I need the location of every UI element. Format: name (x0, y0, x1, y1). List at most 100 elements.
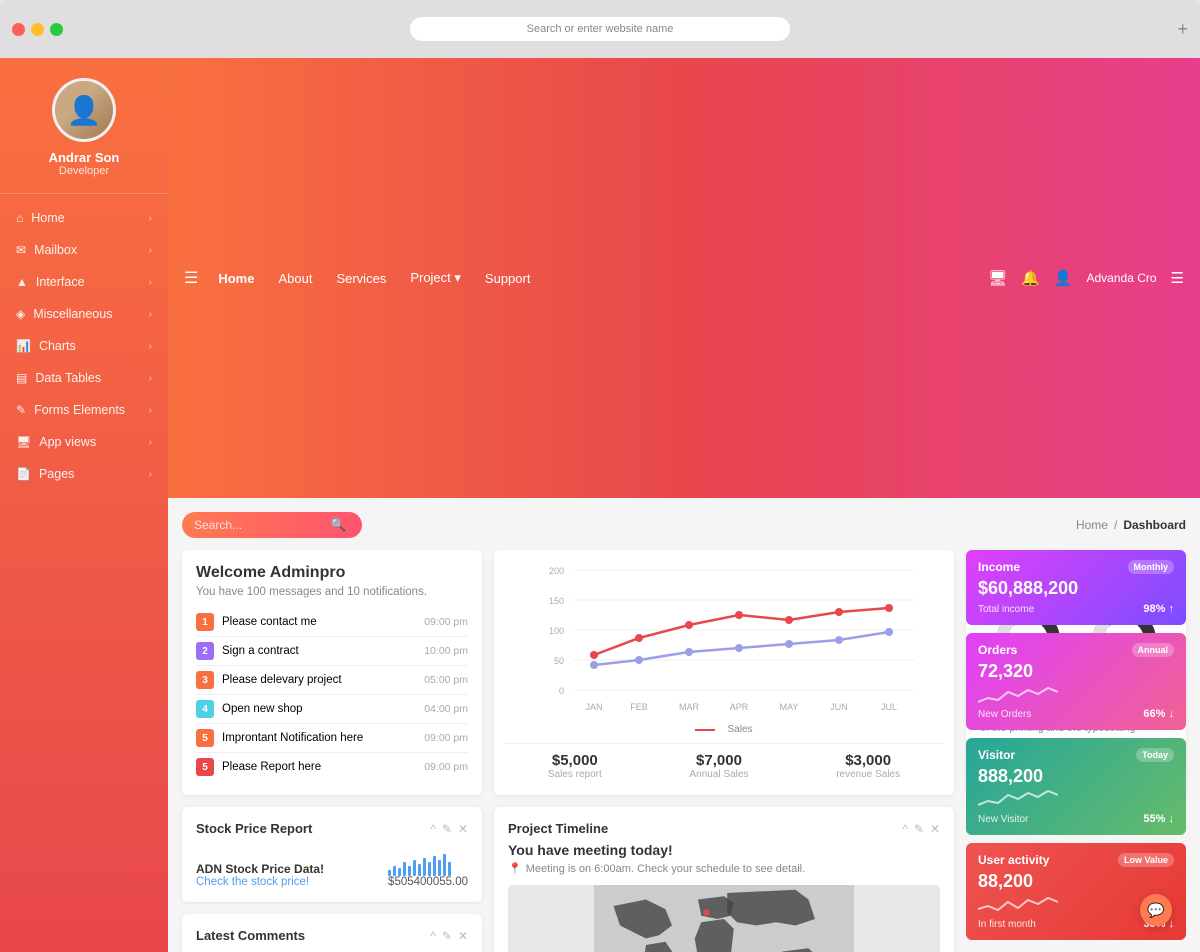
chat-fab[interactable]: 💬 (1140, 894, 1172, 926)
search-input[interactable] (194, 518, 324, 532)
breadcrumb-home[interactable]: Home (1076, 518, 1108, 532)
sidebar-item-mailbox[interactable]: ✉Mailbox › (0, 234, 168, 266)
stat-label-annual: Annual Sales (690, 769, 749, 780)
close-button[interactable] (12, 23, 25, 36)
useractivity-title: User activity (978, 853, 1049, 867)
chevron-right-icon: › (149, 341, 152, 352)
collapse-icon[interactable]: ^ (430, 822, 436, 836)
stat-visitor-header: Visitor Today (978, 748, 1174, 762)
hamburger-icon[interactable]: ☰ (184, 268, 198, 288)
new-tab-button[interactable]: + (1177, 19, 1188, 40)
timeline-title: Project Timeline (508, 821, 608, 836)
table-icon: ▤ (16, 371, 27, 385)
topnav-user[interactable]: Advanda Cro (1087, 271, 1157, 285)
stat-income-header: Income Monthly (978, 560, 1174, 574)
address-bar[interactable]: Search or enter website name (410, 17, 790, 41)
task-time-5: 09:00 pm (424, 732, 468, 744)
bar-4 (403, 862, 406, 876)
stat-revenue-sales: $3,000 revenue Sales (836, 752, 900, 780)
visitor-badge: Today (1136, 748, 1174, 762)
sidebar-item-forms[interactable]: ✎Forms Elements › (0, 394, 168, 426)
visitor-sparkline (978, 789, 1058, 809)
sidebar-label-datatables: Data Tables (35, 371, 101, 385)
svg-text:200: 200 (549, 566, 564, 576)
task-num-5: 5 (196, 729, 214, 747)
line-chart-area: 200 150 100 50 0 JAN FEB MAR APR MAY JUN (504, 560, 944, 720)
monitor-icon[interactable]: 🖥 (988, 269, 1007, 287)
sidebar-item-miscellaneous[interactable]: ◈Miscellaneous › (0, 298, 168, 330)
chevron-right-icon: › (149, 213, 152, 224)
task-item-3: 3 Please delevary project 05:00 pm (196, 666, 468, 695)
chevron-right-icon: › (149, 309, 152, 320)
visitor-pct: 55% ↓ (1143, 813, 1174, 825)
orders-sub: New Orders (978, 709, 1031, 720)
traffic-lights (12, 23, 63, 36)
toolbar-row: 🔍 Home / Dashboard (182, 512, 1186, 538)
welcome-subtitle: You have 100 messages and 10 notificatio… (196, 586, 468, 598)
nav-link-about[interactable]: About (278, 270, 312, 286)
sidebar-item-charts[interactable]: 📊Charts › (0, 330, 168, 362)
task-time-6: 09:00 pm (424, 761, 468, 773)
orders-sparkline (978, 684, 1058, 704)
sidebar-item-datatables[interactable]: ▤ Data Tables › (0, 362, 168, 394)
task-item-6: 5 Please Report here 09:00 pm (196, 753, 468, 781)
main-content: 🔍 Home / Dashboard Welcome Adminpro You … (168, 498, 1200, 952)
stock-title: Stock Price Report (196, 821, 312, 836)
edit-icon[interactable]: ✎ (914, 822, 924, 836)
hamburger-right-icon[interactable]: ☰ (1171, 269, 1184, 287)
stock-info: ADN Stock Price Data! Check the stock pr… (196, 862, 324, 888)
sidebar-item-interface[interactable]: ▲Interface › (0, 266, 168, 298)
maximize-button[interactable] (50, 23, 63, 36)
nav-links: Home About Services Project ▾ Support (218, 270, 988, 286)
close-icon[interactable]: ✕ (458, 929, 468, 943)
svg-text:FEB: FEB (630, 702, 648, 712)
collapse-icon[interactable]: ^ (902, 822, 908, 836)
meeting-title: You have meeting today! (508, 842, 940, 858)
nav-link-project[interactable]: Project ▾ (410, 270, 461, 286)
sidebar-item-home[interactable]: ⌂Home › (0, 202, 168, 234)
stock-link[interactable]: Check the stock price! (196, 876, 324, 888)
task-text-4: Open new shop (222, 703, 303, 715)
search-box[interactable]: 🔍 (182, 512, 362, 538)
edit-icon[interactable]: ✎ (442, 929, 452, 943)
close-icon[interactable]: ✕ (930, 822, 940, 836)
search-icon[interactable]: 🔍 (330, 517, 346, 533)
collapse-icon[interactable]: ^ (430, 929, 436, 943)
minimize-button[interactable] (31, 23, 44, 36)
chevron-right-icon: › (149, 437, 152, 448)
comments-actions: ^ ✎ ✕ (430, 929, 468, 943)
income-badge: Monthly (1128, 560, 1175, 574)
world-map-svg (524, 885, 924, 952)
sidebar-profile: 👤 Andrar Son Developer (0, 58, 168, 194)
svg-text:0: 0 (559, 686, 564, 696)
user-icon[interactable]: 👤 (1054, 269, 1073, 287)
bell-icon[interactable]: 🔔 (1021, 269, 1040, 287)
nav-link-support[interactable]: Support (485, 270, 531, 286)
task-item-5: 5 Improntant Notification here 09:00 pm (196, 724, 468, 753)
sidebar-label-charts: Charts (39, 339, 76, 353)
edit-icon[interactable]: ✎ (442, 822, 452, 836)
nav-link-services[interactable]: Services (336, 270, 386, 286)
bar-5 (408, 866, 411, 876)
home-icon: ⌂ (16, 211, 23, 225)
stat-label-revenue: revenue Sales (836, 769, 900, 780)
svg-text:JAN: JAN (585, 702, 602, 712)
chart-stats: $5,000 Sales report $7,000 Annual Sales … (504, 743, 944, 780)
task-time-2: 10:00 pm (424, 645, 468, 657)
sidebar-item-pages[interactable]: 📄Pages › (0, 458, 168, 490)
bar-2 (393, 866, 396, 876)
task-text-3: Please delevary project (222, 674, 342, 686)
nav-link-home[interactable]: Home (218, 270, 254, 286)
stat-sales-report: $5,000 Sales report (548, 752, 602, 780)
chevron-right-icon: › (149, 373, 152, 384)
sidebar-menu: ⌂Home › ✉Mailbox › ▲Interface › ◈Miscell… (0, 202, 168, 490)
task-text-2: Sign a contract (222, 645, 299, 657)
sidebar-label-appviews: App views (39, 435, 96, 449)
useractivity-value: 88,200 (978, 871, 1174, 892)
close-icon[interactable]: ✕ (458, 822, 468, 836)
sidebar-item-appviews[interactable]: 🖥App views › (0, 426, 168, 458)
topnav-right: 🖥 🔔 👤 Advanda Cro ☰ (988, 269, 1184, 287)
income-sub: Total income (978, 604, 1034, 615)
income-value: $60,888,200 (978, 578, 1174, 599)
bar-10 (433, 856, 436, 876)
